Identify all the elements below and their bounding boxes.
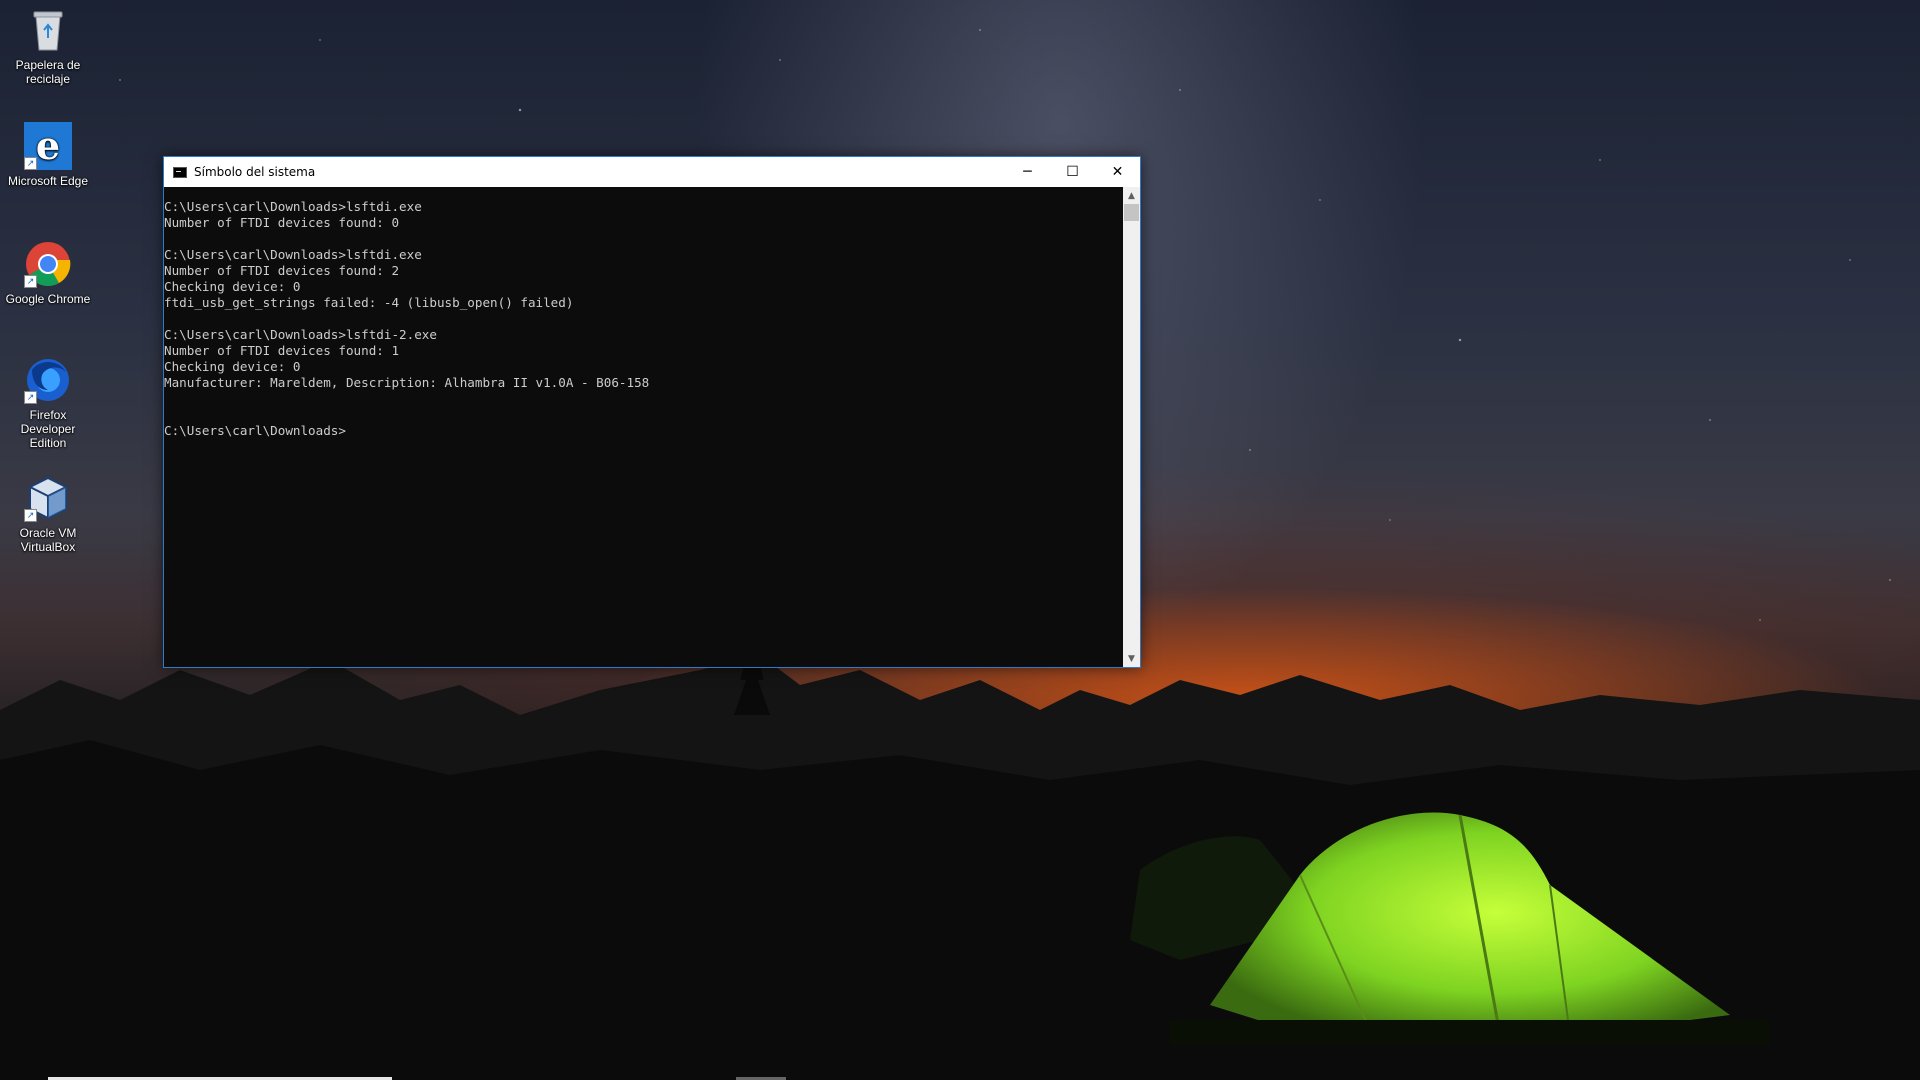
shortcut-arrow-icon: ↗ (24, 509, 37, 522)
wallpaper-tent (1170, 812, 1770, 1045)
shortcut-arrow-icon: ↗ (24, 275, 37, 288)
console-line: C:\Users\carl\Downloads>lsftdi-2.exe (164, 327, 437, 342)
console-output: C:\Users\carl\Downloads>lsftdi.exe Numbe… (164, 187, 1123, 439)
console-output-area[interactable]: C:\Users\carl\Downloads>lsftdi.exe Numbe… (164, 187, 1123, 667)
desktop-icon-chrome[interactable]: ↗ Google Chrome (2, 240, 94, 306)
scroll-down-icon[interactable]: ▼ (1123, 650, 1140, 667)
vertical-scrollbar[interactable]: ▲ ▼ (1123, 187, 1140, 667)
console-line: ftdi_usb_get_strings failed: -4 (libusb_… (164, 295, 574, 310)
console-line: Manufacturer: Mareldem, Description: Alh… (164, 375, 650, 390)
desktop-icon-recycle-bin[interactable]: Papelera de reciclaje (2, 6, 94, 86)
firefox-icon: ↗ (24, 356, 72, 404)
scroll-thumb[interactable] (1124, 204, 1139, 221)
shortcut-arrow-icon: ↗ (24, 391, 37, 404)
console-line: Number of FTDI devices found: 0 (164, 215, 400, 230)
window-title: Símbolo del sistema (194, 165, 316, 179)
console-line: Number of FTDI devices found: 2 (164, 263, 400, 278)
console-line: C:\Users\carl\Downloads>lsftdi.exe (164, 247, 422, 262)
close-button[interactable]: ✕ (1095, 157, 1140, 187)
edge-icon: e ↗ (24, 122, 72, 170)
console-line: Checking device: 0 (164, 359, 301, 374)
console-line: C:\Users\carl\Downloads>lsftdi.exe (164, 199, 422, 214)
maximize-button[interactable]: ☐ (1050, 157, 1095, 187)
virtualbox-icon: ↗ (24, 474, 72, 522)
desktop-icon-label: Google Chrome (5, 292, 91, 306)
desktop-icon-label: Papelera de reciclaje (15, 58, 81, 86)
console-line: Number of FTDI devices found: 1 (164, 343, 400, 358)
scroll-up-icon[interactable]: ▲ (1123, 187, 1140, 204)
desktop-icon-label: Oracle VM VirtualBox (19, 526, 77, 554)
window-controls: ─ ☐ ✕ (1005, 157, 1140, 187)
minimize-button[interactable]: ─ (1005, 157, 1050, 187)
recycle-bin-icon (24, 6, 72, 54)
desktop-icon-virtualbox[interactable]: ↗ Oracle VM VirtualBox (2, 474, 94, 554)
desktop-icon-label: Firefox Developer Edition (20, 408, 76, 450)
desktop-icon-label: Microsoft Edge (7, 174, 89, 188)
command-prompt-window[interactable]: Símbolo del sistema ─ ☐ ✕ C:\Users\carl\… (163, 156, 1141, 668)
console-line: Checking device: 0 (164, 279, 301, 294)
console-app-icon (173, 166, 187, 178)
window-titlebar[interactable]: Símbolo del sistema ─ ☐ ✕ (164, 157, 1140, 187)
console-line: C:\Users\carl\Downloads> (164, 423, 346, 438)
desktop-icon-firefox-developer[interactable]: ↗ Firefox Developer Edition (2, 356, 94, 450)
svg-text:e: e (36, 123, 60, 168)
chrome-icon: ↗ (24, 240, 72, 288)
shortcut-arrow-icon: ↗ (24, 157, 37, 170)
desktop-icon-edge[interactable]: e ↗ Microsoft Edge (2, 122, 94, 188)
